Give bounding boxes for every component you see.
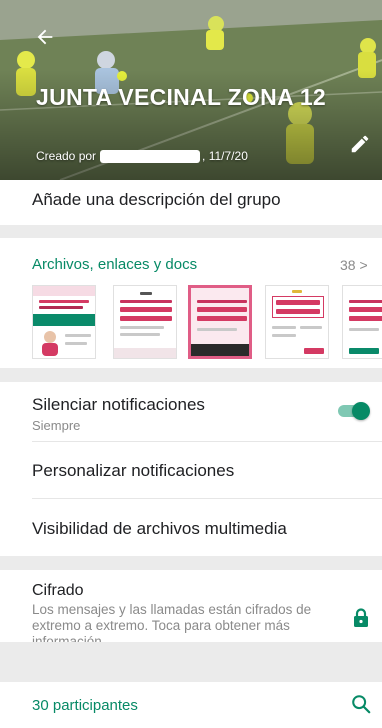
custom-notifications-label[interactable]: Personalizar notificaciones bbox=[32, 461, 234, 481]
media-count[interactable]: 38 > bbox=[340, 257, 368, 273]
arrow-left-icon bbox=[37, 29, 53, 45]
search-icon[interactable] bbox=[350, 693, 372, 715]
media-title[interactable]: Archivos, enlaces y docs bbox=[32, 256, 197, 273]
encryption-title: Cifrado bbox=[32, 582, 84, 599]
section-gap bbox=[0, 368, 382, 382]
toggle-knob bbox=[352, 402, 370, 420]
media-thumbnail[interactable] bbox=[265, 285, 329, 359]
created-info: Creado por , 11/7/20 bbox=[36, 149, 248, 164]
created-date: , 11/7/20 bbox=[202, 149, 248, 163]
mute-notifications-value: Siempre bbox=[32, 418, 81, 433]
divider bbox=[32, 441, 382, 442]
section-gap bbox=[0, 225, 382, 238]
divider bbox=[32, 498, 382, 499]
pencil-icon bbox=[351, 135, 369, 153]
add-description-label: Añade una descripción del grupo bbox=[32, 190, 281, 209]
section-gap bbox=[0, 642, 382, 682]
participants-count: 30 participantes bbox=[32, 697, 138, 714]
group-header: JUNTA VECINAL ZONA 12 Creado por , 11/7/2… bbox=[0, 0, 382, 180]
media-thumbnail[interactable] bbox=[188, 285, 252, 359]
mute-toggle[interactable] bbox=[336, 401, 370, 421]
back-button[interactable] bbox=[30, 22, 60, 52]
group-title: JUNTA VECINAL ZONA 12 bbox=[36, 84, 327, 110]
media-thumbnail[interactable] bbox=[113, 285, 177, 359]
section-gap bbox=[0, 556, 382, 570]
mute-notifications-label[interactable]: Silenciar notificaciones bbox=[32, 395, 205, 415]
media-thumbnail[interactable] bbox=[32, 285, 96, 359]
edit-group-button[interactable] bbox=[346, 130, 374, 158]
created-prefix: Creado por bbox=[36, 149, 97, 163]
redacted-name bbox=[100, 150, 201, 164]
description-row[interactable]: Añade una descripción del grupo bbox=[0, 180, 382, 225]
media-visibility-label[interactable]: Visibilidad de archivos multimedia bbox=[32, 519, 287, 539]
media-thumbnail[interactable] bbox=[342, 285, 382, 359]
lock-icon bbox=[354, 608, 368, 627]
